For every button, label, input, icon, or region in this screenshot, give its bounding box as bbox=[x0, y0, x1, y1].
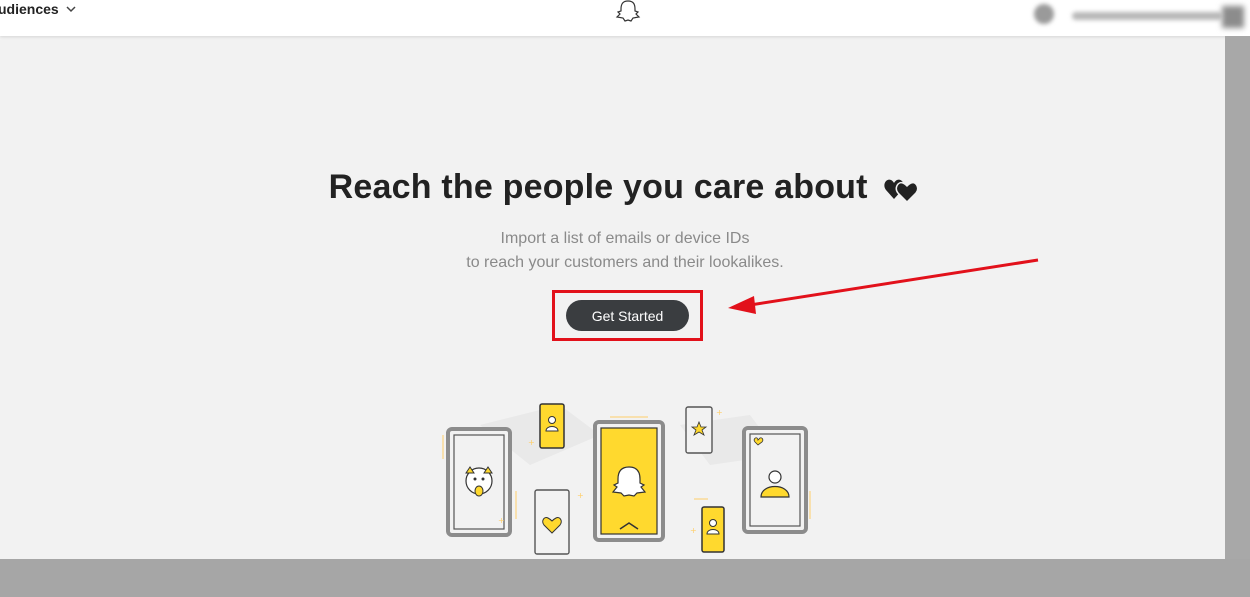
subtitle-line-2: to reach your customers and their lookal… bbox=[466, 254, 784, 271]
phone-profile-illustration bbox=[742, 426, 811, 534]
phone-dog-illustration bbox=[442, 427, 517, 537]
audiences-nav-dropdown[interactable]: udiences bbox=[0, 0, 77, 18]
get-started-button[interactable]: Get Started bbox=[566, 300, 689, 331]
snapchat-ghost-icon[interactable] bbox=[615, 0, 641, 22]
account-name-blurred bbox=[1072, 12, 1222, 20]
subtitle-line-1: Import a list of emails or device IDs bbox=[500, 230, 750, 247]
phone-user-small-bottom: + bbox=[690, 498, 725, 553]
two-hearts-icon bbox=[884, 179, 919, 204]
vertical-scrollbar[interactable] bbox=[1225, 36, 1250, 559]
page-headline: Reach the people you care about bbox=[0, 168, 1250, 207]
avatar bbox=[1034, 4, 1054, 24]
user-account-area[interactable] bbox=[1010, 0, 1250, 36]
nav-dropdown-label: udiences bbox=[0, 1, 59, 17]
phones-illustration: + + + + + bbox=[442, 403, 811, 555]
top-bar: udiences bbox=[0, 0, 1250, 36]
svg-text:+: + bbox=[716, 408, 723, 417]
svg-text:+: + bbox=[498, 516, 505, 525]
svg-text:+: + bbox=[690, 526, 697, 535]
headline-text: Reach the people you care about bbox=[328, 168, 868, 206]
account-menu-icon bbox=[1222, 6, 1244, 28]
chevron-down-icon bbox=[66, 6, 76, 13]
phone-ghost-illustration bbox=[593, 416, 665, 542]
svg-text:+: + bbox=[577, 491, 584, 500]
bottom-gray-strip bbox=[0, 559, 1250, 597]
svg-text:+: + bbox=[528, 438, 535, 447]
